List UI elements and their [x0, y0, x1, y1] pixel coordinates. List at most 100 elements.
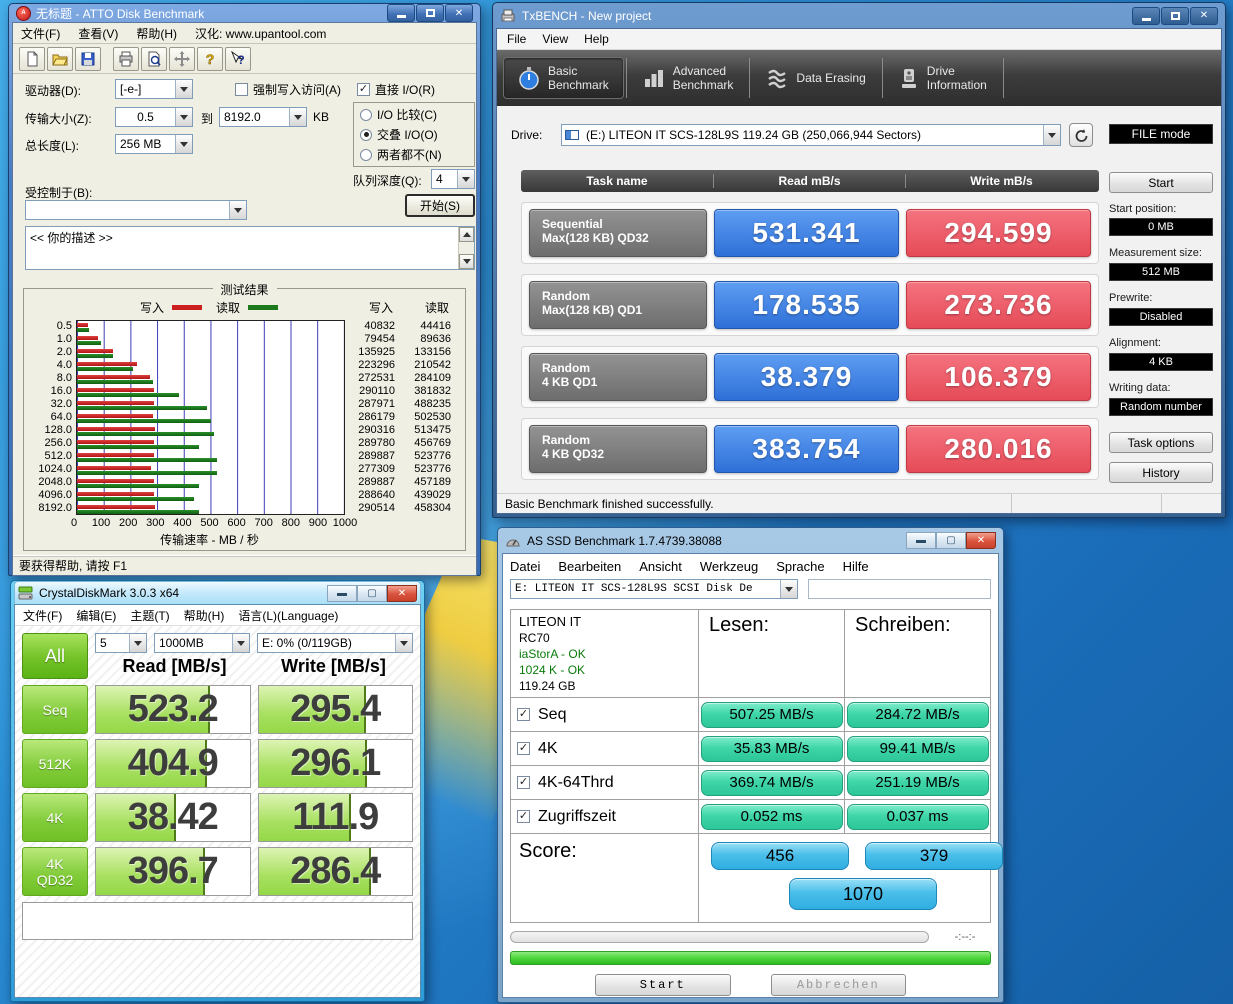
comment-box[interactable] [22, 902, 413, 940]
dropdown-arrow-icon[interactable] [395, 634, 412, 652]
menu-help[interactable]: Help [584, 32, 609, 46]
test-label-button[interactable]: 512K [22, 739, 88, 788]
menu-help[interactable]: 帮助(H) [184, 607, 225, 624]
dropdown-arrow-icon[interactable] [175, 108, 192, 126]
dropdown-arrow-icon[interactable] [129, 634, 146, 652]
test-label-button[interactable]: 4K QD32 [22, 847, 88, 896]
maximize-button[interactable]: ▢ [936, 532, 966, 549]
help-icon[interactable]: ? [197, 46, 223, 71]
close-button[interactable]: ✕ [1190, 6, 1218, 25]
menu-language[interactable]: 语言(L)(Language) [238, 607, 338, 624]
print-icon[interactable] [113, 46, 139, 71]
close-button[interactable]: ✕ [387, 584, 417, 602]
checkbox-checked[interactable]: ✓ [517, 742, 530, 755]
tab-basic-benchmark[interactable]: Basic Benchmark [503, 57, 624, 99]
dropdown-arrow-icon[interactable] [175, 135, 192, 153]
start-position-value[interactable]: 0 MB [1109, 218, 1213, 236]
menu-file[interactable]: File [507, 32, 526, 46]
history-button[interactable]: History [1109, 462, 1213, 483]
dropdown-arrow-icon[interactable] [780, 580, 797, 598]
menu-bearbeiten[interactable]: Bearbeiten [558, 559, 621, 574]
scroll-up-icon[interactable] [459, 227, 474, 242]
asssd-title-bar[interactable]: AS SSD Benchmark 1.7.4739.38088 ▬ ▢ ✕ [502, 528, 999, 553]
prewrite-value[interactable]: Disabled [1109, 308, 1213, 326]
pan-icon[interactable] [169, 46, 195, 71]
menu-help[interactable]: 帮助(H) [136, 25, 177, 42]
drive-select[interactable]: E: LITEON IT SCS-128L9S SCSI Disk De [510, 579, 798, 599]
drive-select[interactable]: [-e-] [115, 79, 193, 99]
menu-edit[interactable]: 编辑(E) [76, 607, 116, 624]
force-write-checkbox[interactable]: 强制写入访问(A) [235, 81, 341, 98]
menu-view[interactable]: View [542, 32, 568, 46]
menu-theme[interactable]: 主题(T) [130, 607, 169, 624]
test-count-select[interactable]: 5 [95, 633, 147, 653]
menu-werkzeug[interactable]: Werkzeug [700, 559, 758, 574]
txbench-title-bar[interactable]: TxBENCH - New project ✕ [496, 3, 1222, 28]
run-all-button[interactable]: All [22, 633, 88, 679]
menu-file[interactable]: 文件(F) [23, 607, 62, 624]
tab-data-erasing[interactable]: Data Erasing [752, 57, 879, 99]
description-scrollbar[interactable] [458, 227, 474, 269]
task-options-button[interactable]: Task options [1109, 432, 1213, 453]
save-icon[interactable] [75, 46, 101, 71]
checkbox-checked[interactable]: ✓ [517, 708, 530, 721]
open-file-icon[interactable] [47, 46, 73, 71]
test-label-button[interactable]: Seq [22, 685, 88, 734]
checkbox-checked[interactable]: ✓ [517, 776, 530, 789]
close-button[interactable]: ✕ [445, 4, 473, 22]
total-length-select[interactable]: 256 MB [115, 134, 193, 154]
context-help-icon[interactable]: ? [225, 46, 251, 71]
new-file-icon[interactable] [19, 46, 45, 71]
transfer-to-select[interactable]: 8192.0 [219, 107, 307, 127]
overlapped-io-radio[interactable]: 交叠 I/O(O) [360, 126, 468, 143]
refresh-button[interactable] [1069, 123, 1093, 147]
tab-advanced-benchmark[interactable]: Advanced Benchmark [629, 57, 748, 99]
direct-io-checkbox[interactable]: ✓ 直接 I/O(R) [357, 81, 435, 98]
cdm-title-bar[interactable]: CrystalDiskMark 3.0.3 x64 ▬ ▢ ✕ [14, 581, 421, 604]
alignment-value[interactable]: 4 KB [1109, 353, 1213, 371]
test-size-select[interactable]: 1000MB [154, 633, 250, 653]
menu-ansicht[interactable]: Ansicht [639, 559, 682, 574]
menu-datei[interactable]: Datei [510, 559, 540, 574]
minimize-button[interactable] [387, 4, 415, 22]
secondary-field[interactable] [808, 579, 991, 599]
target-drive-select[interactable]: E: 0% (0/119GB) [257, 633, 413, 653]
checkbox-checked[interactable]: ✓ [517, 810, 530, 823]
transfer-from-select[interactable]: 0.5 [115, 107, 193, 127]
start-button[interactable]: Start [1109, 172, 1213, 193]
tab-drive-information[interactable]: Drive Information [885, 57, 1001, 99]
dropdown-arrow-icon[interactable] [229, 201, 246, 219]
neither-radio[interactable]: 两者都不(N) [360, 146, 468, 163]
scroll-down-icon[interactable] [459, 254, 474, 269]
description-box[interactable]: << 你的描述 >> [25, 226, 475, 270]
io-compare-radio[interactable]: I/O 比较(C) [360, 106, 468, 123]
drive-select[interactable]: (E:) LITEON IT SCS-128L9S 119.24 GB (250… [561, 124, 1061, 146]
print-preview-icon[interactable] [141, 46, 167, 71]
measurement-size-value[interactable]: 512 MB [1109, 263, 1213, 281]
start-button[interactable]: Start [595, 974, 731, 996]
minimize-button[interactable] [1132, 6, 1160, 25]
minimize-button[interactable]: ▬ [906, 532, 936, 549]
writing-data-value[interactable]: Random number [1109, 398, 1213, 416]
checkbox-checked[interactable]: ✓ [357, 83, 370, 96]
dropdown-arrow-icon[interactable] [1043, 125, 1060, 145]
maximize-button[interactable] [416, 4, 444, 22]
menu-file[interactable]: 文件(F) [21, 25, 60, 42]
atto-title-bar[interactable]: A 无标题 - ATTO Disk Benchmark ✕ [12, 4, 477, 22]
maximize-button[interactable] [1161, 6, 1189, 25]
menu-localization[interactable]: 汉化: www.upantool.com [195, 25, 326, 42]
menu-sprache[interactable]: Sprache [776, 559, 824, 574]
controlled-by-select[interactable] [25, 200, 247, 220]
cancel-button[interactable]: Abbrechen [770, 974, 906, 996]
start-button[interactable]: 开始(S) [405, 194, 475, 217]
menu-view[interactable]: 查看(V) [78, 25, 118, 42]
maximize-button[interactable]: ▢ [357, 584, 387, 602]
test-label-button[interactable]: 4K [22, 793, 88, 842]
close-button[interactable]: ✕ [966, 532, 996, 549]
checkbox-unchecked[interactable] [235, 83, 248, 96]
dropdown-arrow-icon[interactable] [175, 80, 192, 98]
dropdown-arrow-icon[interactable] [232, 634, 249, 652]
menu-hilfe[interactable]: Hilfe [843, 559, 869, 574]
minimize-button[interactable]: ▬ [327, 584, 357, 602]
dropdown-arrow-icon[interactable] [289, 108, 306, 126]
